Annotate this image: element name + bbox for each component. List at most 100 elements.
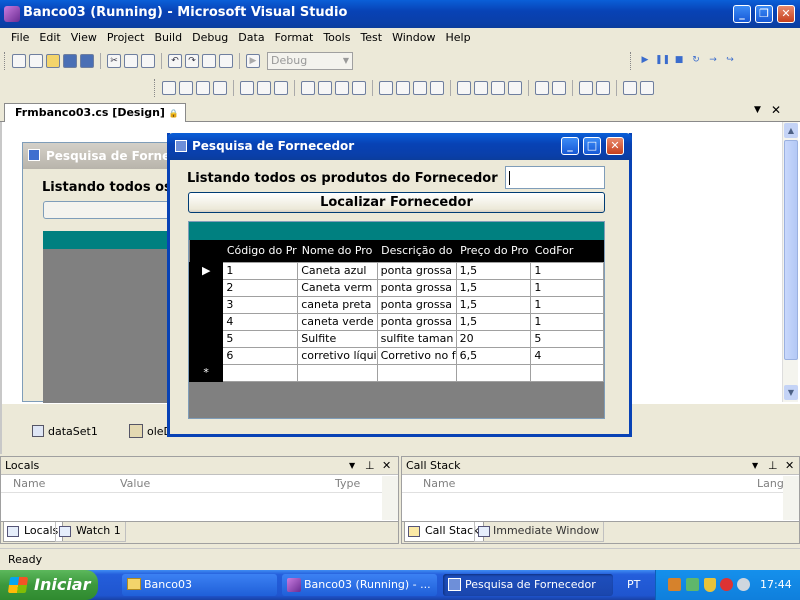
paste-icon[interactable] [141, 54, 155, 68]
antivirus-icon[interactable] [720, 578, 733, 591]
dataset-icon[interactable] [32, 425, 44, 437]
scroll-thumb[interactable] [784, 140, 798, 360]
locals-scrollbar[interactable] [382, 476, 398, 520]
restart-icon[interactable]: ↻ [689, 54, 703, 68]
table-cell[interactable]: ponta grossa [376, 278, 457, 297]
products-datagrid[interactable]: Código do Pr Nome do Pro Descrição do Pr… [188, 221, 605, 419]
increase-v-spacing-icon[interactable] [474, 81, 488, 95]
menu-project[interactable]: Project [102, 28, 150, 48]
center-horizontally-icon[interactable] [535, 81, 549, 95]
design-form-grid[interactable] [43, 231, 183, 403]
table-cell[interactable]: 1,5 [455, 261, 532, 280]
new-row-marker[interactable]: * [189, 363, 224, 382]
size-to-grid-icon[interactable] [352, 81, 366, 95]
table-row[interactable]: 3 caneta preta ponta grossa 1,5 1 [189, 295, 604, 314]
menu-view[interactable]: View [66, 28, 102, 48]
language-indicator[interactable]: PT [627, 578, 640, 591]
align-lefts-icon[interactable] [179, 81, 193, 95]
row-header[interactable] [189, 295, 224, 314]
table-cell[interactable] [297, 363, 378, 382]
table-cell[interactable]: Corretivo no f [376, 346, 457, 365]
start-debug-icon[interactable]: ▶ [246, 54, 260, 68]
undo-icon[interactable]: ↶ [168, 54, 182, 68]
pane-dropdown-icon[interactable]: ▼ [752, 457, 758, 474]
vertical-spacing-icon[interactable] [457, 81, 471, 95]
table-cell[interactable]: caneta preta [297, 295, 378, 314]
align-to-grid-icon[interactable] [162, 81, 176, 95]
close-button[interactable]: ✕ [777, 5, 795, 23]
copy-icon[interactable] [124, 54, 138, 68]
table-cell[interactable]: 5 [530, 329, 604, 348]
pause-icon[interactable]: ❚❚ [655, 54, 670, 68]
menu-window[interactable]: Window [387, 28, 440, 48]
current-row-indicator-icon[interactable]: ▶ [189, 261, 224, 280]
open-folder-icon[interactable] [46, 54, 60, 68]
pin-icon[interactable]: ⊥ [768, 457, 778, 474]
table-cell[interactable]: 1,5 [455, 295, 532, 314]
table-cell[interactable]: 1 [222, 261, 299, 280]
dialog-minimize-button[interactable]: _ [561, 137, 579, 155]
tab-dropdown-icon[interactable]: ▼ [754, 105, 761, 115]
new-row[interactable]: * [189, 363, 604, 382]
save-all-icon[interactable] [80, 54, 94, 68]
design-form-button[interactable] [43, 201, 183, 219]
table-cell[interactable]: Caneta azul [297, 261, 378, 280]
align-tops-icon[interactable] [240, 81, 254, 95]
column-header[interactable]: CodFor [530, 240, 604, 262]
table-row[interactable]: 6 corretivo líqui Corretivo no f 6,5 4 [189, 346, 604, 365]
designer-vertical-scrollbar[interactable]: ▲ ▼ [782, 122, 798, 402]
tab-frmbanco03-design[interactable]: Frmbanco03.cs [Design] 🔒 [4, 103, 186, 122]
network-icon[interactable] [668, 578, 681, 591]
navigate-forward-icon[interactable] [219, 54, 233, 68]
align-centers-icon[interactable] [196, 81, 210, 95]
table-cell[interactable]: ponta grossa [376, 261, 457, 280]
taskbar-item-banco03[interactable]: Banco03 [122, 574, 277, 596]
dialog-maximize-button[interactable]: □ [583, 137, 601, 155]
callstack-scrollbar[interactable] [783, 476, 799, 520]
scroll-up-arrow-icon[interactable]: ▲ [784, 123, 798, 138]
table-cell[interactable]: ponta grossa [376, 295, 457, 314]
table-cell[interactable]: 5 [222, 329, 299, 348]
menu-edit[interactable]: Edit [34, 28, 65, 48]
table-cell[interactable] [530, 363, 604, 382]
oledb-adapter-icon[interactable] [129, 424, 143, 438]
table-cell[interactable]: 3 [222, 295, 299, 314]
menu-test[interactable]: Test [355, 28, 387, 48]
horizontal-spacing-icon[interactable] [379, 81, 393, 95]
toolbar-grip[interactable] [4, 52, 7, 70]
table-cell[interactable]: caneta verde [297, 312, 378, 331]
menu-tools[interactable]: Tools [318, 28, 355, 48]
table-cell[interactable]: 1 [530, 278, 604, 297]
increase-h-spacing-icon[interactable] [396, 81, 410, 95]
solution-config-select[interactable]: Debug ▼ [267, 52, 353, 70]
clock[interactable]: 17:44 [760, 578, 792, 591]
close-document-icon[interactable]: ✕ [771, 103, 781, 117]
table-cell[interactable] [222, 363, 299, 382]
table-cell[interactable]: 6,5 [455, 346, 532, 365]
column-header[interactable]: Value [120, 477, 150, 490]
remove-h-spacing-icon[interactable] [430, 81, 444, 95]
pin-icon[interactable]: ⊥ [365, 457, 375, 474]
table-cell[interactable]: 1 [530, 312, 604, 331]
same-width-icon[interactable] [301, 81, 315, 95]
column-header[interactable]: Descrição do [377, 240, 457, 262]
menu-format[interactable]: Format [270, 28, 319, 48]
localizar-fornecedor-button[interactable]: Localizar Fornecedor [188, 192, 605, 213]
remove-v-spacing-icon[interactable] [508, 81, 522, 95]
center-vertically-icon[interactable] [552, 81, 566, 95]
row-header[interactable] [189, 278, 224, 297]
new-project-icon[interactable] [12, 54, 26, 68]
save-icon[interactable] [63, 54, 77, 68]
table-row[interactable]: ▶ 1 Caneta azul ponta grossa 1,5 1 [189, 261, 604, 280]
table-cell[interactable]: Sulfite [297, 329, 378, 348]
toolbar-grip[interactable] [630, 52, 633, 70]
taskbar-item-pesquisa[interactable]: Pesquisa de Fornecedor [443, 574, 613, 596]
maximize-button[interactable]: ❐ [755, 5, 773, 23]
table-cell[interactable]: 4 [222, 312, 299, 331]
table-cell[interactable]: 6 [222, 346, 299, 365]
column-header[interactable]: Name [13, 477, 45, 490]
component-dataset1[interactable]: dataSet1 [48, 425, 98, 438]
send-to-back-icon[interactable] [596, 81, 610, 95]
step-into-icon[interactable]: → [706, 54, 720, 68]
table-cell[interactable]: ponta grossa [376, 312, 457, 331]
